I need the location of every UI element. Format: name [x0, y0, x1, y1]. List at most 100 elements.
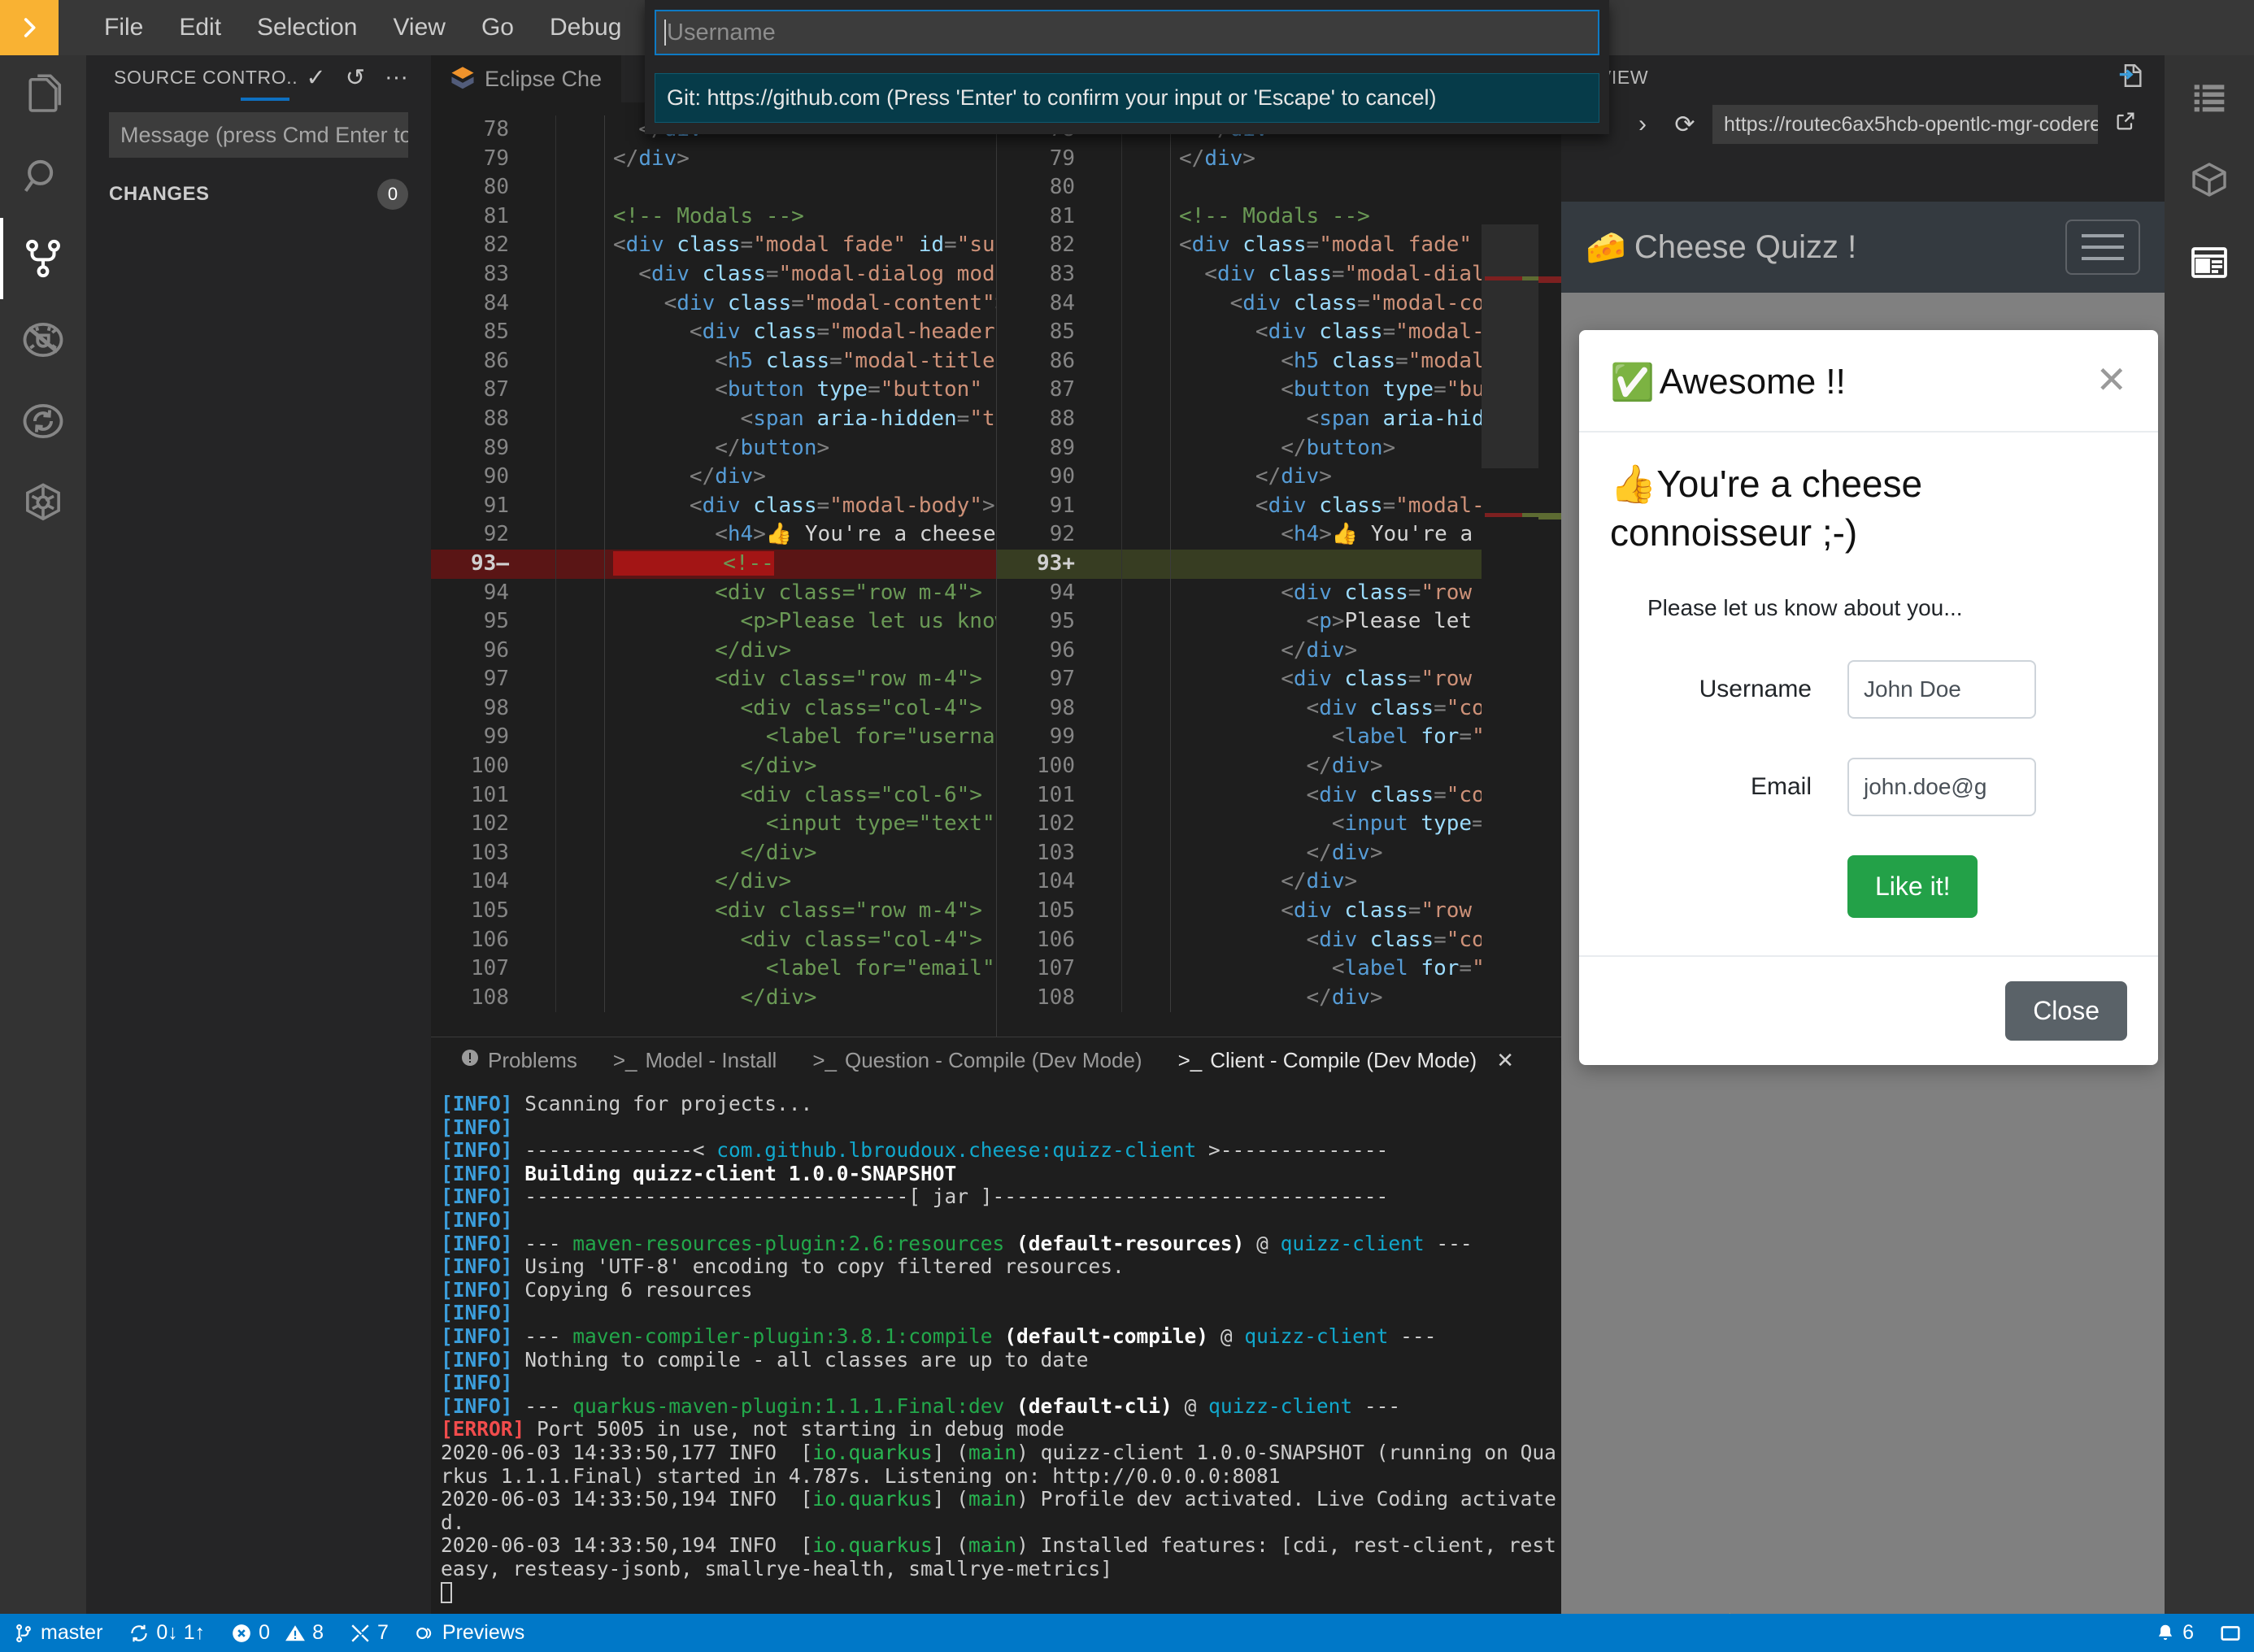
diff-gutter — [519, 578, 556, 608]
debug-disabled-icon[interactable] — [0, 299, 86, 380]
minimap[interactable] — [1482, 102, 1548, 1090]
status-problems[interactable]: 0 8 — [218, 1614, 337, 1652]
terminal-line: [INFO] — [441, 1115, 513, 1139]
line-number: 107 — [471, 956, 509, 981]
terminal-line: 2020-06-03 14:33:50,177 INFO [io.quarkus… — [441, 1440, 1556, 1488]
modal-body: 👍You're a cheese connoisseur ;-) Please … — [1579, 433, 2158, 955]
changes-section-header[interactable]: CHANGES 0 — [86, 158, 431, 210]
email-input[interactable]: john.doe@g — [1847, 757, 2036, 816]
code-text: </div> — [613, 869, 792, 894]
line-number: 100 — [471, 754, 509, 779]
more-icon[interactable]: ··· — [375, 64, 418, 91]
open-external-icon[interactable] — [2104, 110, 2147, 139]
diff-gutter — [519, 404, 556, 434]
outline-list-icon[interactable] — [2165, 55, 2254, 138]
diff-pane-original[interactable]: 78 </div> 79 </div> 80 81 <!-- Modals --> 82 <d… — [431, 102, 996, 1090]
status-tasks[interactable]: 7 — [337, 1614, 402, 1652]
menu-view[interactable]: View — [375, 9, 463, 46]
right-activity-bar — [2165, 55, 2254, 1614]
quick-input-field[interactable]: Username — [655, 10, 1599, 55]
diff-gutter — [1085, 867, 1122, 898]
modal-close-icon[interactable]: ✕ — [2095, 361, 2127, 398]
line-number: 90 — [1049, 464, 1075, 489]
fold-indent — [556, 144, 605, 174]
menu-go[interactable]: Go — [463, 9, 532, 46]
panel-tab-model-install[interactable]: >_ Model - Install — [595, 1048, 795, 1073]
like-it-button[interactable]: Like it! — [1847, 854, 1978, 918]
preview-header: EVIEW — [1561, 55, 2165, 99]
forward-icon[interactable]: › — [1621, 111, 1664, 138]
terminal-line: [INFO] --- maven-compiler-plugin:3.8.1:c… — [441, 1324, 1437, 1348]
diff-gutter — [1085, 723, 1122, 753]
menu-edit[interactable]: Edit — [161, 9, 239, 46]
diff-gutter — [519, 144, 556, 174]
diff-gutter — [1085, 259, 1122, 289]
minimap-slider[interactable] — [1482, 224, 1538, 468]
status-branch[interactable]: master — [0, 1614, 115, 1652]
app-logo-icon[interactable] — [0, 0, 59, 55]
url-input[interactable]: https://routec6ax5hcb-opentlc-mgr-codere — [1712, 105, 2098, 144]
panel-tab-client-compile[interactable]: >_ Client - Compile (Dev Mode) ✕ — [1160, 1048, 1532, 1073]
status-layout-toggle[interactable] — [2207, 1614, 2254, 1652]
panel-tab-problems[interactable]: Problems — [442, 1048, 595, 1073]
fold-indent — [1122, 463, 1171, 492]
commit-check-icon[interactable]: ✓ — [296, 63, 335, 92]
error-icon — [231, 1623, 252, 1644]
code-text: <label for="username" c — [765, 724, 996, 750]
close-button[interactable]: Close — [2005, 980, 2127, 1041]
branch-icon — [13, 1623, 34, 1644]
diff-gutter — [519, 954, 556, 984]
status-previews[interactable]: Previews — [402, 1614, 537, 1652]
line-number: 85 — [1049, 320, 1075, 345]
line-number: 100 — [1037, 754, 1075, 779]
code-line: 108 </div> — [997, 983, 1561, 1013]
overview-ruler[interactable] — [1538, 102, 1561, 1090]
check-mark-icon: ✅ — [1610, 363, 1655, 402]
close-icon[interactable]: ✕ — [1496, 1048, 1514, 1073]
terminal-output[interactable]: [INFO] Scanning for projects... [INFO] [IN… — [431, 1083, 1561, 1604]
terminal-line: [INFO] --- maven-resources-plugin:2.6:re… — [441, 1231, 1473, 1255]
line-number: 105 — [1037, 898, 1075, 924]
files-icon[interactable] — [0, 55, 86, 137]
code-text: </div> — [613, 637, 792, 663]
diff-pane-modified[interactable]: 78 </div>79</div>8081<!-- Modals -->82<d… — [996, 102, 1561, 1090]
preview-layout-icon[interactable] — [2165, 221, 2254, 304]
line-number: 79 — [483, 146, 509, 171]
username-label: Username — [1699, 675, 1812, 702]
code-text: <input type="text" clas — [765, 811, 995, 837]
status-notifications[interactable]: 6 — [2142, 1614, 2207, 1652]
code-line: 107 <label for="email" clas — [431, 954, 996, 984]
menu-selection[interactable]: Selection — [239, 9, 375, 46]
code-line: 92 <h4>👍 You're a cheese conno — [431, 520, 996, 550]
panel-tab-question-compile[interactable]: >_ Question - Compile (Dev Mode) — [794, 1048, 1160, 1073]
cube-icon[interactable] — [2165, 138, 2254, 221]
diff-gutter — [1085, 578, 1122, 608]
open-in-editor-icon[interactable] — [2117, 62, 2145, 93]
username-input[interactable]: John Doe — [1847, 659, 2036, 719]
code-text: <span aria-hidden="true"> — [613, 406, 996, 431]
search-icon[interactable] — [0, 137, 86, 218]
diff-gutter — [519, 983, 556, 1013]
terminal-line: [INFO] Nothing to compile - all classes … — [441, 1347, 1089, 1372]
reload-icon[interactable]: ⟳ — [1664, 111, 1706, 139]
menu-debug[interactable]: Debug — [532, 9, 639, 46]
sync-icon[interactable] — [0, 380, 86, 462]
code-line: 90 </div> — [997, 463, 1561, 492]
refresh-icon[interactable]: ↺ — [336, 63, 375, 92]
commit-message-input[interactable]: Message (press Cmd Enter to co — [109, 112, 408, 158]
code-line: 84 <div class="modal-content"> — [431, 289, 996, 319]
menu-file[interactable]: File — [86, 9, 161, 46]
fold-indent — [1122, 752, 1171, 781]
hamburger-icon[interactable] — [2065, 220, 2140, 275]
kubernetes-icon[interactable] — [0, 462, 86, 543]
preview-webview[interactable]: 🧀 Cheese Quizz ! Guess who I am... ✅ Awe… — [1561, 202, 2165, 1652]
code-line: 101 <div class="col-6"> — [997, 780, 1561, 811]
terminal-line: 2020-06-03 14:33:50,194 INFO [io.quarkus… — [441, 1533, 1556, 1580]
editor-tab-eclipse-che[interactable]: Eclipse Che — [431, 55, 622, 102]
source-control-icon[interactable] — [0, 218, 86, 299]
bottom-panel: Problems >_ Model - Install >_ Question … — [431, 1037, 1561, 1614]
line-number: 106 — [471, 927, 509, 952]
site-brand[interactable]: 🧀 Cheese Quizz ! — [1586, 228, 2065, 267]
code-text: </div> — [613, 464, 766, 489]
status-sync[interactable]: 0↓ 1↑ — [115, 1614, 218, 1652]
